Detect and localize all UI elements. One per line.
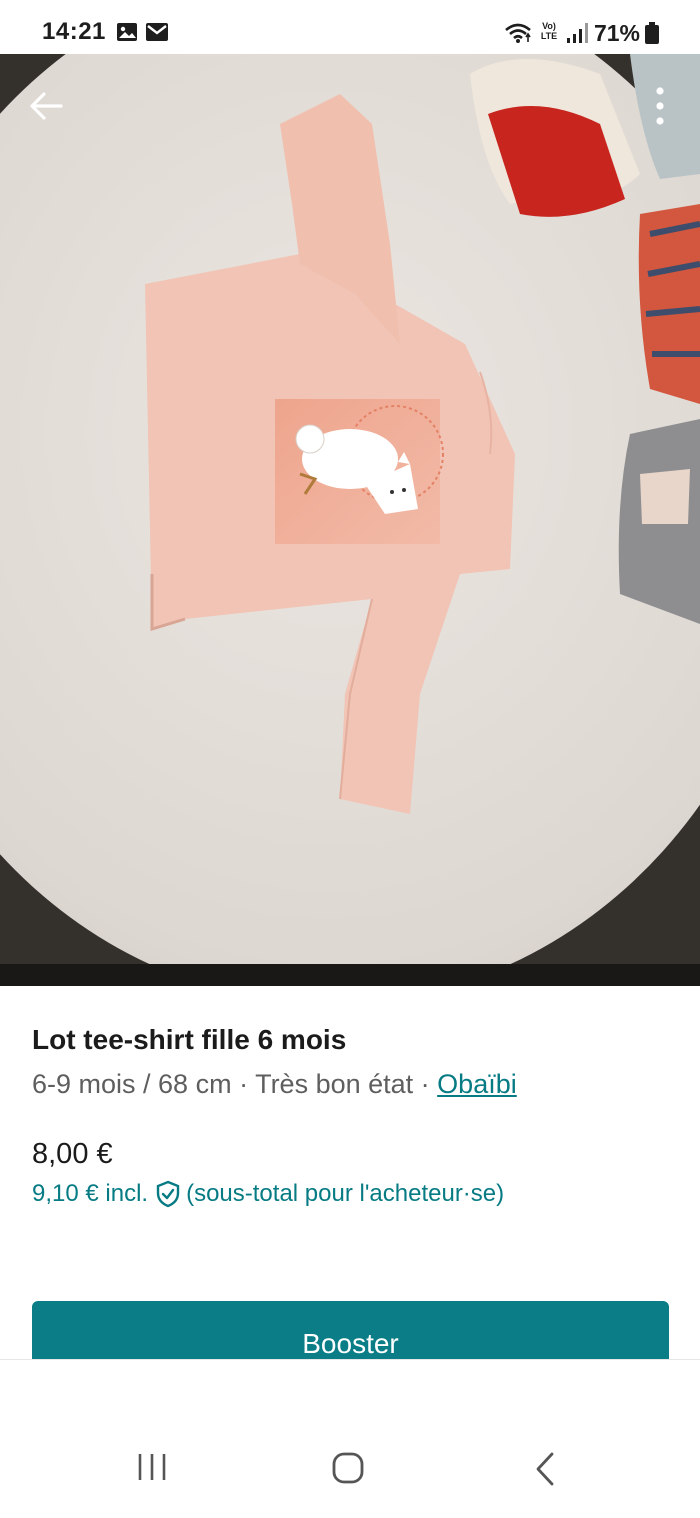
product-info: Lot tee-shirt fille 6 mois 6-9 mois / 68… [32, 1020, 672, 1106]
image-icon [117, 23, 137, 41]
volte-icon: Vo) LTE [540, 21, 558, 41]
product-size: 6-9 mois / 68 cm [32, 1069, 232, 1099]
more-options-button[interactable] [650, 82, 670, 130]
brand-link[interactable]: Obaïbi [437, 1069, 517, 1099]
price-incl-amount: 9,10 € incl. [32, 1180, 149, 1207]
shield-check-icon [156, 1180, 180, 1208]
separator: · [413, 1069, 438, 1099]
product-photo[interactable] [0, 54, 700, 986]
separator: · [231, 1069, 256, 1099]
back-nav-icon[interactable] [534, 1452, 556, 1486]
product-title: Lot tee-shirt fille 6 mois [32, 1024, 347, 1055]
more-vertical-icon [656, 87, 664, 125]
price-incl-note: (sous-total pour l'acheteur·se) [186, 1180, 505, 1207]
battery-icon [645, 22, 659, 44]
mail-icon [146, 23, 168, 41]
back-arrow-icon [30, 92, 63, 120]
status-bar: 14:21 Vo) LTE 71% [0, 0, 700, 54]
navigation-bar [0, 1359, 700, 1518]
back-button[interactable] [22, 82, 70, 130]
status-time: 14:21 [42, 18, 106, 45]
product-price: 8,00 € [32, 1138, 113, 1170]
signal-icon [567, 23, 588, 43]
home-icon[interactable] [332, 1452, 364, 1484]
product-image [0, 54, 700, 986]
battery-percentage: 71% [593, 20, 640, 46]
product-details: 6-9 mois / 68 cm · Très bon état · Obaïb… [32, 1062, 672, 1106]
product-condition: Très bon état [255, 1069, 414, 1099]
wifi-icon [505, 23, 531, 43]
recent-apps-icon[interactable] [136, 1452, 168, 1482]
price-with-protection[interactable]: 9,10 € incl. (sous-total pour l'acheteur… [32, 1180, 504, 1208]
